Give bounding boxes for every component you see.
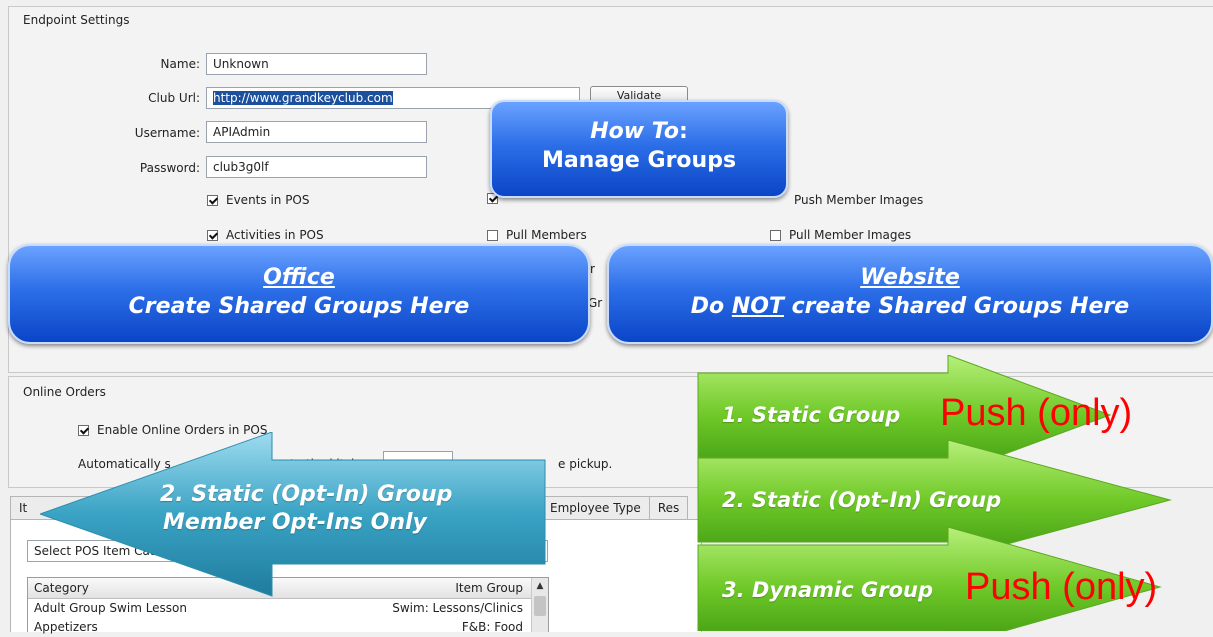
events-in-pos-checkbox[interactable]: Events in POS (207, 193, 310, 207)
pull-members-check-icon (487, 229, 498, 241)
pull-member-images-checkbox[interactable]: Pull Member Images (770, 228, 911, 242)
pull-members-label: Pull Members (506, 228, 587, 242)
club-url-label: Club Url: (148, 91, 200, 105)
arrow-3-push: Push (only) (965, 566, 1158, 608)
how-to-line1: How To (590, 119, 679, 144)
table-row[interactable]: Appetizers F&B: Food (28, 618, 531, 637)
partial-label-gr: Gr (588, 296, 603, 310)
pull-member-images-label: Pull Member Images (789, 228, 912, 242)
teal-arrow-line1: 2. Static (Opt-In) Group (160, 482, 453, 507)
pull-member-images-check-icon (770, 229, 781, 241)
online-orders-title: Online Orders (23, 385, 106, 399)
grid-cell-item-group: F&B: Food (461, 620, 523, 634)
how-to-line2: Manage Groups (541, 148, 737, 173)
how-to-colon: : (678, 119, 688, 144)
push-member-images-label: Push Member Images (794, 193, 924, 207)
pull-members-checkbox[interactable]: Pull Members (487, 228, 587, 242)
events-in-pos-check-icon (207, 194, 218, 206)
tab-employee-type[interactable]: Employee Type (541, 496, 650, 519)
teal-arrow-line2: Member Opt-Ins Only (163, 510, 427, 535)
username-label: Username: (134, 126, 200, 140)
endpoint-settings-title: Endpoint Settings (23, 13, 130, 27)
office-bubble: Office Create Shared Groups Here (8, 244, 590, 344)
events-in-pos-label: Events in POS (226, 193, 310, 207)
username-field[interactable]: APIAdmin (206, 121, 427, 143)
grid-cell-category: Appetizers (34, 620, 98, 634)
club-url-value: http://www.grandkeyclub.com (213, 91, 393, 105)
auto-send-text-suffix: e pickup. (558, 457, 613, 471)
name-label: Name: (160, 57, 200, 71)
arrow-3-label: 3. Dynamic Group (722, 578, 933, 602)
how-to-title: How To: (492, 118, 786, 146)
office-title: Office (263, 265, 335, 290)
activities-in-pos-label: Activities in POS (226, 228, 324, 242)
name-field[interactable]: Unknown (206, 53, 427, 75)
tab-strip-right: Employee Type Res (541, 496, 689, 519)
office-subtitle: Create Shared Groups Here (128, 294, 470, 319)
website-sub-post: create Shared Groups Here (783, 294, 1130, 319)
arrow-1-push: Push (only) (940, 392, 1133, 434)
password-label: Password: (139, 161, 200, 175)
arrow-1-label: 1. Static Group (722, 403, 901, 427)
website-subtitle: Do NOT create Shared Groups Here (609, 292, 1211, 322)
website-bubble: Website Do NOT create Shared Groups Here (607, 244, 1213, 344)
activities-in-pos-checkbox[interactable]: Activities in POS (207, 228, 324, 242)
password-field[interactable]: club3g0lf (206, 156, 427, 178)
arrow-2-label: 2. Static (Opt-In) Group (722, 488, 1002, 512)
partial-label-r: r (590, 262, 595, 276)
website-title: Website (860, 265, 960, 290)
website-sub-pre: Do (690, 294, 732, 319)
website-sub-not: NOT (731, 294, 784, 319)
tab-res[interactable]: Res (648, 496, 689, 519)
push-member-images-checkbox[interactable]: Push Member Images (770, 193, 923, 207)
activities-in-pos-check-icon (207, 229, 218, 241)
how-to-bubble: How To: Manage Groups (490, 100, 788, 198)
